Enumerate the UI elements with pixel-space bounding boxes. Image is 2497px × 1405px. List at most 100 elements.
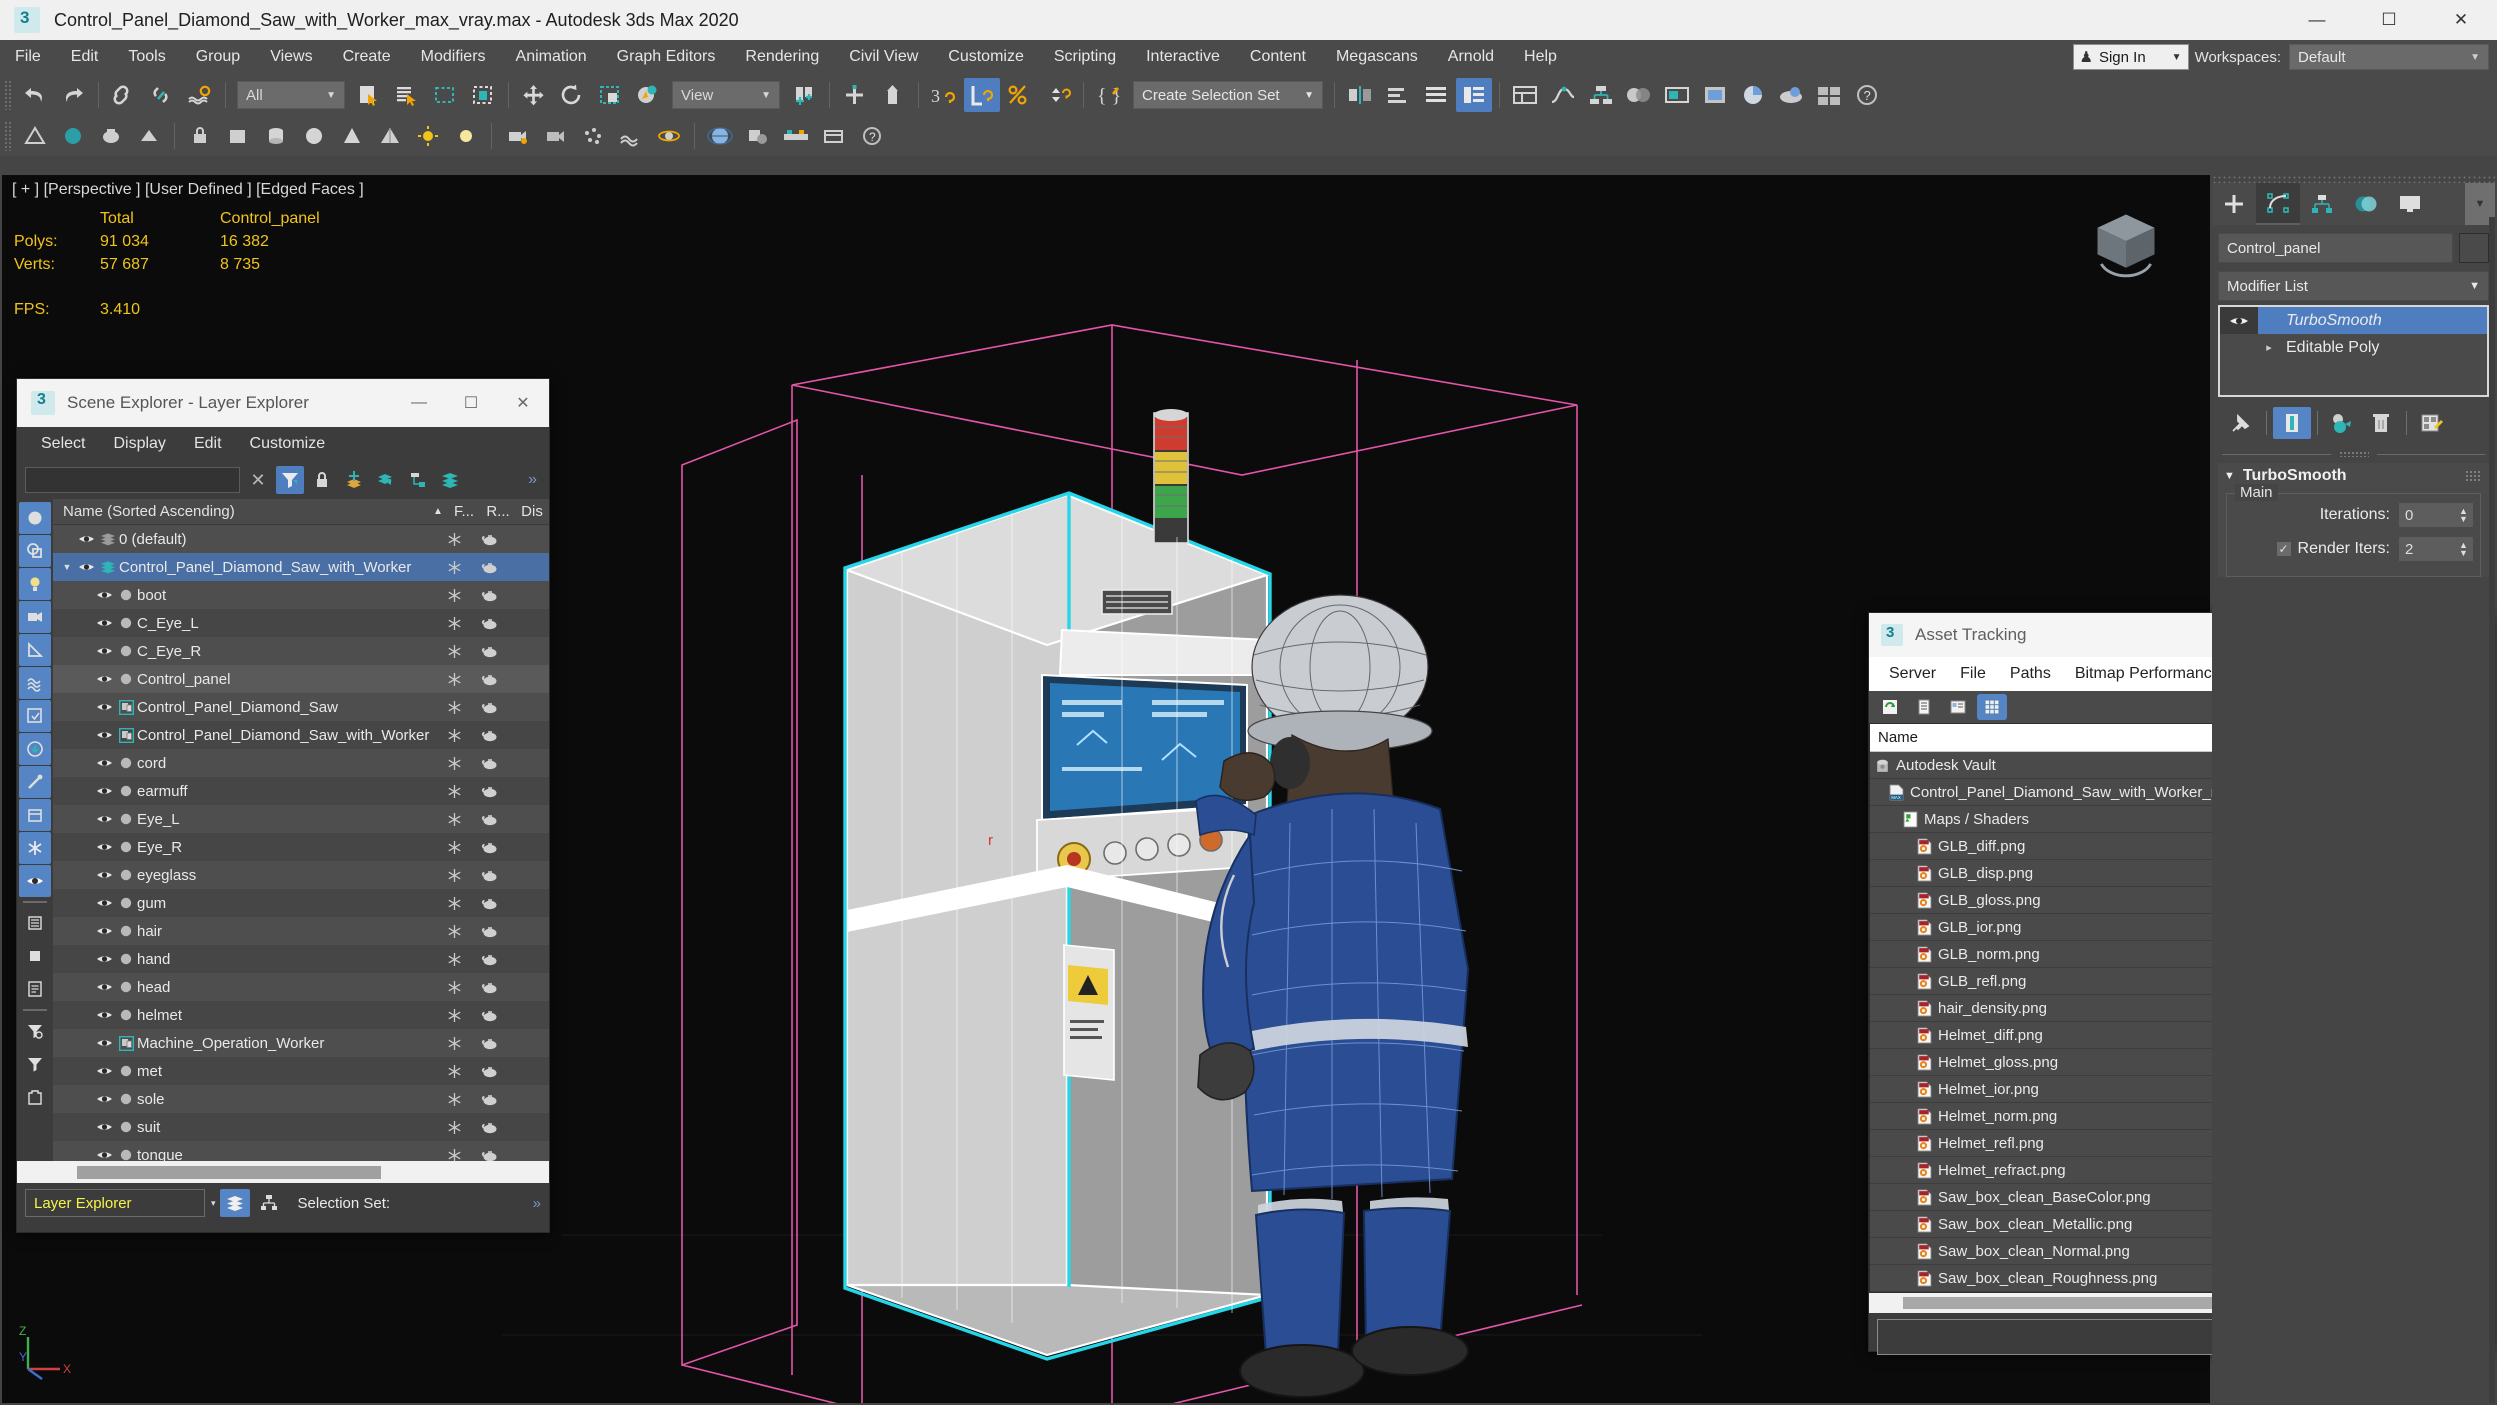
clear-search-icon[interactable]: ✕ <box>244 466 272 494</box>
scene-explorer-row[interactable]: earmuff <box>53 777 549 805</box>
modifier-stack[interactable]: TurboSmooth ▸ Editable Poly <box>2218 305 2489 397</box>
more-tools-chevron-icon[interactable]: » <box>528 471 541 489</box>
render-frame-window-icon[interactable] <box>1697 78 1733 112</box>
layer-explorer-icon[interactable] <box>1418 78 1454 112</box>
renderable-teapot-icon[interactable] <box>481 533 515 546</box>
scene-explorer-horizontal-scrollbar[interactable] <box>17 1161 549 1183</box>
frozen-icon[interactable] <box>447 980 481 995</box>
menu-content[interactable]: Content <box>1235 40 1321 74</box>
angle-snap-toggle-icon[interactable] <box>875 78 911 112</box>
select-and-move-icon[interactable] <box>516 78 552 112</box>
visibility-eye-icon[interactable] <box>93 925 115 937</box>
filter-xrefs-icon[interactable] <box>19 733 51 765</box>
scene-explorer-close-button[interactable]: ✕ <box>497 379 549 427</box>
scene-explorer-row[interactable]: 0 (default) <box>53 525 549 553</box>
visibility-eye-icon[interactable] <box>93 589 115 601</box>
menu-megascans[interactable]: Megascans <box>1321 40 1433 74</box>
render-iters-checkbox[interactable]: ✓ <box>2275 541 2292 557</box>
bind-to-space-warp-icon[interactable] <box>182 78 218 112</box>
frozen-icon[interactable] <box>447 728 481 743</box>
frozen-icon[interactable] <box>447 1148 481 1161</box>
visibility-eye-icon[interactable] <box>93 841 115 853</box>
scene-explorer-toggle-icon[interactable] <box>1456 78 1492 112</box>
visibility-eye-icon[interactable] <box>93 1009 115 1021</box>
stack-expander[interactable]: ▸ <box>2258 341 2280 354</box>
configure-modifier-sets-icon[interactable] <box>2413 407 2451 439</box>
renderable-teapot-icon[interactable] <box>481 589 515 602</box>
frozen-icon[interactable] <box>447 1008 481 1023</box>
column-frozen[interactable]: F... <box>447 503 481 520</box>
renderable-teapot-icon[interactable] <box>481 1149 515 1162</box>
scene-explorer-row[interactable]: C_Eye_L <box>53 609 549 637</box>
modifier-stack-item-editable-poly[interactable]: ▸ Editable Poly <box>2220 334 2487 361</box>
tab-hierarchy[interactable] <box>2300 183 2344 225</box>
select-by-name-icon[interactable] <box>389 78 425 112</box>
sphere-object-icon[interactable] <box>296 119 332 153</box>
toolbar-grip[interactable] <box>4 121 12 151</box>
at-menu-paths[interactable]: Paths <box>1998 657 2063 691</box>
display-boxes-icon[interactable] <box>19 940 51 972</box>
se-menu-display[interactable]: Display <box>99 427 179 461</box>
create-shapes-icon[interactable] <box>17 119 53 153</box>
scene-explorer-row[interactable]: tongue <box>53 1141 549 1161</box>
visibility-eye-icon[interactable] <box>93 617 115 629</box>
menu-interactive[interactable]: Interactive <box>1131 40 1235 74</box>
filter-bones-icon[interactable] <box>19 766 51 798</box>
redo-icon[interactable] <box>55 78 91 112</box>
menu-arnold[interactable]: Arnold <box>1433 40 1509 74</box>
scene-explorer-row[interactable]: gum <box>53 889 549 917</box>
scene-explorer-row[interactable]: suit <box>53 1113 549 1141</box>
create-teapot-icon[interactable] <box>93 119 129 153</box>
filter-groups-icon[interactable] <box>19 700 51 732</box>
frozen-icon[interactable] <box>447 924 481 939</box>
frozen-icon[interactable] <box>447 644 481 659</box>
renderable-teapot-icon[interactable] <box>481 1121 515 1134</box>
renderable-teapot-icon[interactable] <box>481 1037 515 1050</box>
visibility-eye-icon[interactable] <box>93 1121 115 1133</box>
se-menu-customize[interactable]: Customize <box>236 427 340 461</box>
frozen-icon[interactable] <box>447 812 481 827</box>
renderable-teapot-icon[interactable] <box>481 1009 515 1022</box>
scene-explorer-search-input[interactable] <box>25 467 240 493</box>
use-pivot-point-center-icon[interactable] <box>786 78 822 112</box>
visibility-eye-icon[interactable] <box>93 757 115 769</box>
filter-geometry-icon[interactable] <box>19 502 51 534</box>
visibility-eye-icon[interactable] <box>93 785 115 797</box>
select-and-scale-icon[interactable] <box>592 78 628 112</box>
menu-views[interactable]: Views <box>255 40 327 74</box>
renderable-teapot-icon[interactable] <box>481 673 515 686</box>
frozen-icon[interactable] <box>447 1064 481 1079</box>
particle-system-icon[interactable] <box>575 119 611 153</box>
scene-explorer-row[interactable]: cord <box>53 749 549 777</box>
material-editor-icon[interactable] <box>1621 78 1657 112</box>
tab-create[interactable] <box>2212 183 2256 225</box>
advanced-filter-icon[interactable] <box>19 1015 51 1047</box>
visibility-eye-icon[interactable] <box>93 981 115 993</box>
visibility-eye-icon[interactable] <box>93 673 115 685</box>
menu-modifiers[interactable]: Modifiers <box>406 40 501 74</box>
layer-hierarchy-icon[interactable] <box>404 466 432 494</box>
visibility-eye-icon[interactable] <box>75 561 97 573</box>
visibility-eye-icon[interactable] <box>93 645 115 657</box>
renderable-teapot-icon[interactable] <box>481 617 515 630</box>
filter-funnel-icon[interactable] <box>19 1048 51 1080</box>
menu-scripting[interactable]: Scripting <box>1039 40 1131 74</box>
frozen-icon[interactable] <box>447 700 481 715</box>
menu-tools[interactable]: Tools <box>113 40 180 74</box>
container-toggle-icon[interactable] <box>19 1081 51 1113</box>
renderable-teapot-icon[interactable] <box>481 1065 515 1078</box>
scene-explorer-row[interactable]: head <box>53 973 549 1001</box>
pyramid-object-icon[interactable] <box>372 119 408 153</box>
object-color-swatch[interactable] <box>2459 233 2489 263</box>
visibility-eye-icon[interactable] <box>93 869 115 881</box>
tab-motion[interactable] <box>2344 183 2388 225</box>
filter-containers-icon[interactable] <box>19 799 51 831</box>
minimize-button[interactable]: — <box>2281 0 2353 40</box>
frozen-icon[interactable] <box>447 560 481 575</box>
render-in-cloud-icon[interactable] <box>1773 78 1809 112</box>
scrollbar-thumb[interactable] <box>77 1165 381 1179</box>
workspace-select[interactable]: Default ▼ <box>2289 44 2489 70</box>
select-and-link-icon[interactable] <box>106 78 142 112</box>
renderable-teapot-icon[interactable] <box>481 757 515 770</box>
menu-edit[interactable]: Edit <box>56 40 114 74</box>
